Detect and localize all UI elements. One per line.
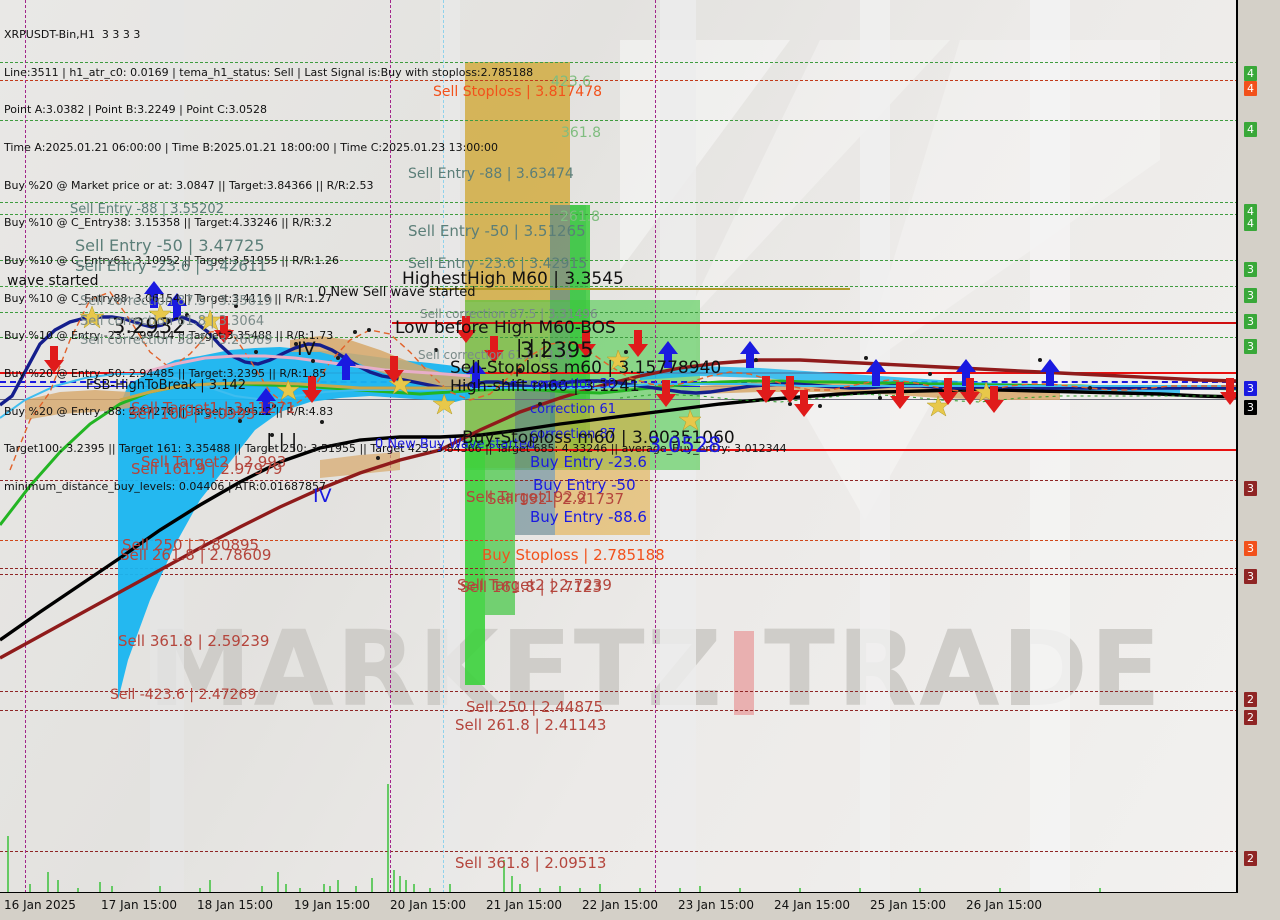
label-sell-100: Sell 100 | 3.0995 — [128, 405, 256, 423]
label-sell-361-8-bottom: Sell 361.8 | 2.09513 — [455, 854, 607, 872]
header-line-1: Line:3511 | h1_atr_c0: 0.0169 | tema_h1_… — [4, 65, 534, 79]
label-sell-192-1737: Sell 192 | 2.91737 — [487, 490, 625, 508]
header-line-5: Buy %10 @ C_Entry38: 3.15358 || Target:4… — [4, 216, 332, 230]
header-line-0: XRPUSDT-Bin,H1 3 3 3 3 — [4, 28, 141, 42]
time-tick-6: 22 Jan 15:00 — [582, 898, 658, 912]
label-sell-161-9: Sell 161.9 | 2.97979 — [131, 460, 283, 478]
time-tick-3: 19 Jan 15:00 — [294, 898, 370, 912]
price-tag-15[interactable]: 2 — [1244, 710, 1257, 725]
time-scale[interactable]: 16 Jan 2025 17 Jan 15:00 18 Jan 15:00 19 Ja… — [0, 893, 1280, 920]
price-tag-16[interactable]: 2 — [1244, 851, 1257, 866]
price-tag-2[interactable]: 4 — [1244, 122, 1257, 137]
price-tag-0[interactable]: 4 — [1244, 66, 1257, 81]
time-tick-7: 23 Jan 15:00 — [678, 898, 754, 912]
label-wave-started-left: wave started — [7, 273, 99, 289]
label-sell-corr-875-left: Sell correction 87.5 | 3.35619 — [80, 294, 273, 309]
label-roman-iv-mid: IV — [297, 338, 316, 360]
label-correction-61: correction 61 — [530, 402, 616, 417]
time-tick-2: 18 Jan 15:00 — [197, 898, 273, 912]
label-sell-entry-236-left: Sell Entry -23.6 | 3.42611 — [75, 257, 267, 275]
price-tag-6[interactable]: 3 — [1244, 288, 1257, 303]
label-sell-entry-50-mid: Sell Entry -50 | 3.51265 — [408, 222, 586, 240]
header-line-10: Buy %20 @ Entry -88: 2.87278 || Target:3… — [4, 404, 334, 418]
price-tag-7[interactable]: 3 — [1244, 314, 1257, 329]
label-correction-38: correction 38 — [530, 377, 616, 392]
label-sell-250-mid: Sell 250 | 2.44875 — [466, 698, 604, 716]
label-sell-261-8-mid: Sell 261.8 | 2.41143 — [455, 716, 607, 734]
price-tag-5[interactable]: 3 — [1244, 262, 1257, 277]
price-tag-1[interactable]: 4 — [1244, 81, 1257, 96]
label-roman-iii-mid: | | | — [516, 336, 548, 358]
volume-bars — [7, 784, 1101, 893]
price-scale[interactable]: 44444333333333222 — [1240, 0, 1280, 893]
label-sell-261-8-left: Sell 261.8 | 2.78609 — [120, 546, 272, 564]
label-roman-iv-left: IV — [313, 485, 332, 507]
price-tag-13[interactable]: 3 — [1244, 569, 1257, 584]
header-line-2: Point A:3.0382 | Point B:3.2249 | Point … — [4, 103, 267, 117]
header-line-4: Buy %20 @ Market price or at: 3.0847 || … — [4, 178, 374, 192]
label-buy-stoploss: Buy Stoploss | 2.785188 — [482, 546, 665, 564]
label-ask-price: 3.0528 — [648, 433, 722, 457]
label-sell-stoploss-m60: Sell-Stoploss m60 | 3.15778940 — [450, 358, 722, 378]
time-tick-1: 17 Jan 15:00 — [101, 898, 177, 912]
time-tick-9: 25 Jan 15:00 — [870, 898, 946, 912]
label-fsb-hightobreak: FSB-HighToBreak | 3.142 — [86, 378, 247, 393]
price-tag-9[interactable]: 3 — [1244, 381, 1257, 396]
price-tag-8[interactable]: 3 — [1244, 339, 1257, 354]
label-sell-161-8b: Sell 161.8 | 2.7123 — [460, 578, 602, 596]
chart-plot-area[interactable]: MARKETZ TRADE XRPUSDT-Bin,H1 3 3 3 3 Lin… — [0, 0, 1238, 893]
label-sell-entry-88-mid: Sell Entry -88 | 3.63474 — [408, 166, 574, 182]
label-buy-entry-236: Buy Entry -23.6 — [530, 453, 647, 471]
chart-window: MARKETZ TRADE XRPUSDT-Bin,H1 3 3 3 3 Lin… — [0, 0, 1280, 920]
label-sell-corr-382-left: Sell correction 38.2 | 3.26069 — [80, 333, 273, 348]
price-tag-14[interactable]: 2 — [1244, 692, 1257, 707]
label-highest-high-m60: HighestHigh M60 | 3.3545 — [402, 269, 624, 289]
price-tag-10[interactable]: 3 — [1244, 400, 1257, 415]
label-sell-corr-618-left: Sell correction 61.8 | 3.3064 — [80, 314, 265, 329]
time-tick-5: 21 Jan 15:00 — [486, 898, 562, 912]
header-line-12: minimum_distance_buy_levels: 0.04406 | A… — [4, 479, 326, 493]
label-buy-entry-886: Buy Entry -88.6 — [530, 508, 647, 526]
label-roman-iii-left: | | | — [266, 430, 298, 452]
price-tag-4[interactable]: 4 — [1244, 216, 1257, 231]
time-tick-8: 24 Jan 15:00 — [774, 898, 850, 912]
time-tick-0: 16 Jan 2025 — [4, 898, 76, 912]
price-tag-11[interactable]: 3 — [1244, 481, 1257, 496]
label-fib-423-6-top: 423.6 — [551, 74, 592, 90]
header-line-3: Time A:2025.01.21 06:00:00 | Time B:2025… — [4, 141, 498, 155]
price-tag-12[interactable]: 3 — [1244, 541, 1257, 556]
label-sell-361-8-left: Sell 361.8 | 2.59239 — [118, 632, 270, 650]
label-low-before-high: Low before High M60-BOS — [395, 318, 616, 338]
label-fib-361-8-top: 361.8 — [561, 125, 602, 141]
label-sell-entry-50-left: Sell Entry -50 | 3.47725 — [75, 236, 265, 255]
label-sell-423-6: Sell -423.6 | 2.47269 — [110, 687, 257, 703]
time-tick-10: 26 Jan 15:00 — [966, 898, 1042, 912]
label-sell-entry-88-left: Sell Entry -88 | 3.55202 — [70, 202, 224, 217]
time-tick-4: 20 Jan 15:00 — [390, 898, 466, 912]
